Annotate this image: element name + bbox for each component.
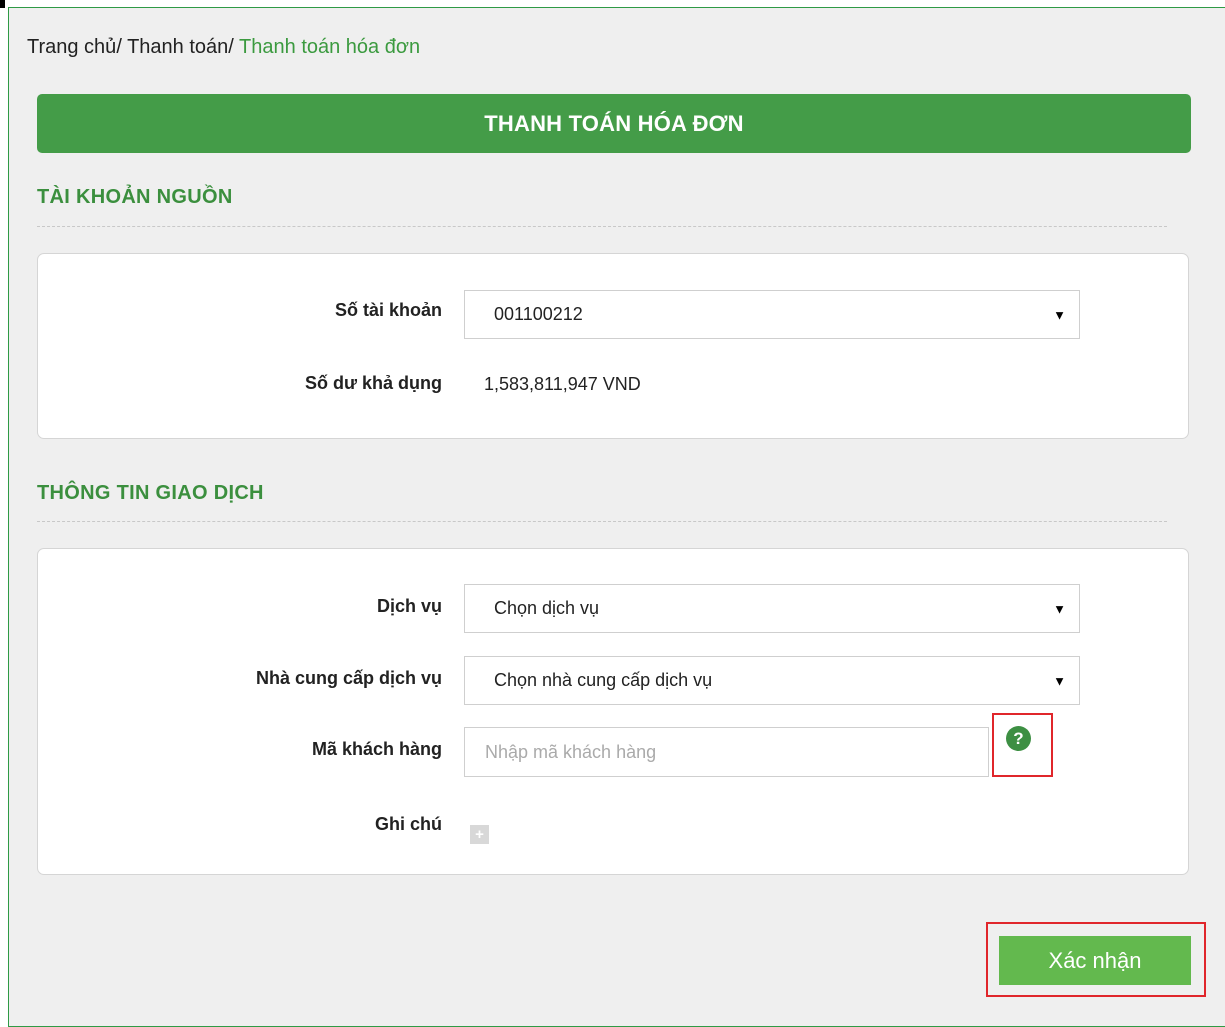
page-title: THANH TOÁN HÓA ĐƠN: [484, 110, 744, 136]
provider-label: Nhà cung cấp dịch vụ: [255, 668, 442, 688]
provider-select[interactable]: Chọn nhà cung cấp dịch vụ ▼: [464, 656, 1080, 705]
page-title-banner: THANH TOÁN HÓA ĐƠN: [37, 94, 1191, 153]
available-balance-value: 1,583,811,947 VND: [484, 374, 641, 394]
caret-down-icon: ▼: [1053, 307, 1066, 322]
section-title-source-account: TÀI KHOẢN NGUỒN: [37, 186, 233, 208]
plus-square-icon[interactable]: +: [470, 825, 489, 844]
breadcrumb-separator: /: [228, 36, 234, 58]
section-divider: [37, 226, 1167, 227]
transaction-info-card: Dịch vụ Chọn dịch vụ ▼ Nhà cung cấp dịch…: [37, 548, 1189, 875]
confirm-highlight-box: Xác nhận: [986, 922, 1206, 997]
available-balance-label: Số dư khả dụng: [304, 373, 442, 393]
question-circle-icon[interactable]: ?: [1006, 726, 1031, 751]
customer-code-placeholder: Nhập mã khách hàng: [485, 741, 657, 762]
breadcrumb-home[interactable]: Trang chủ: [27, 36, 116, 58]
note-label: Ghi chú: [375, 814, 442, 834]
customer-code-label: Mã khách hàng: [311, 739, 442, 759]
account-number-label: Số tài khoản: [334, 300, 442, 320]
section-title-transaction-info: THÔNG TIN GIAO DỊCH: [37, 482, 264, 504]
customer-code-input[interactable]: Nhập mã khách hàng: [464, 727, 989, 777]
provider-select-value: Chọn nhà cung cấp dịch vụ: [494, 670, 713, 690]
account-number-value: 001100212: [494, 304, 583, 324]
account-number-select[interactable]: 001100212 ▼: [464, 290, 1080, 339]
breadcrumb: Trang chủ/ Thanh toán/ Thanh toán hóa đơ…: [27, 36, 420, 59]
confirm-button[interactable]: Xác nhận: [999, 936, 1191, 985]
corner-mark: [0, 0, 5, 8]
help-highlight-box: ?: [992, 713, 1053, 777]
caret-down-icon: ▼: [1053, 601, 1066, 616]
breadcrumb-payment[interactable]: Thanh toán: [127, 36, 228, 58]
caret-down-icon: ▼: [1053, 673, 1066, 688]
breadcrumb-current: Thanh toán hóa đơn: [239, 36, 421, 58]
service-select[interactable]: Chọn dịch vụ ▼: [464, 584, 1080, 633]
breadcrumb-separator: /: [116, 36, 122, 58]
service-label: Dịch vụ: [376, 596, 442, 616]
section-divider: [37, 521, 1167, 522]
source-account-card: Số tài khoản 001100212 ▼ Số dư khả dụng …: [37, 253, 1189, 439]
service-select-value: Chọn dịch vụ: [494, 598, 600, 618]
confirm-button-label: Xác nhận: [1048, 947, 1142, 973]
